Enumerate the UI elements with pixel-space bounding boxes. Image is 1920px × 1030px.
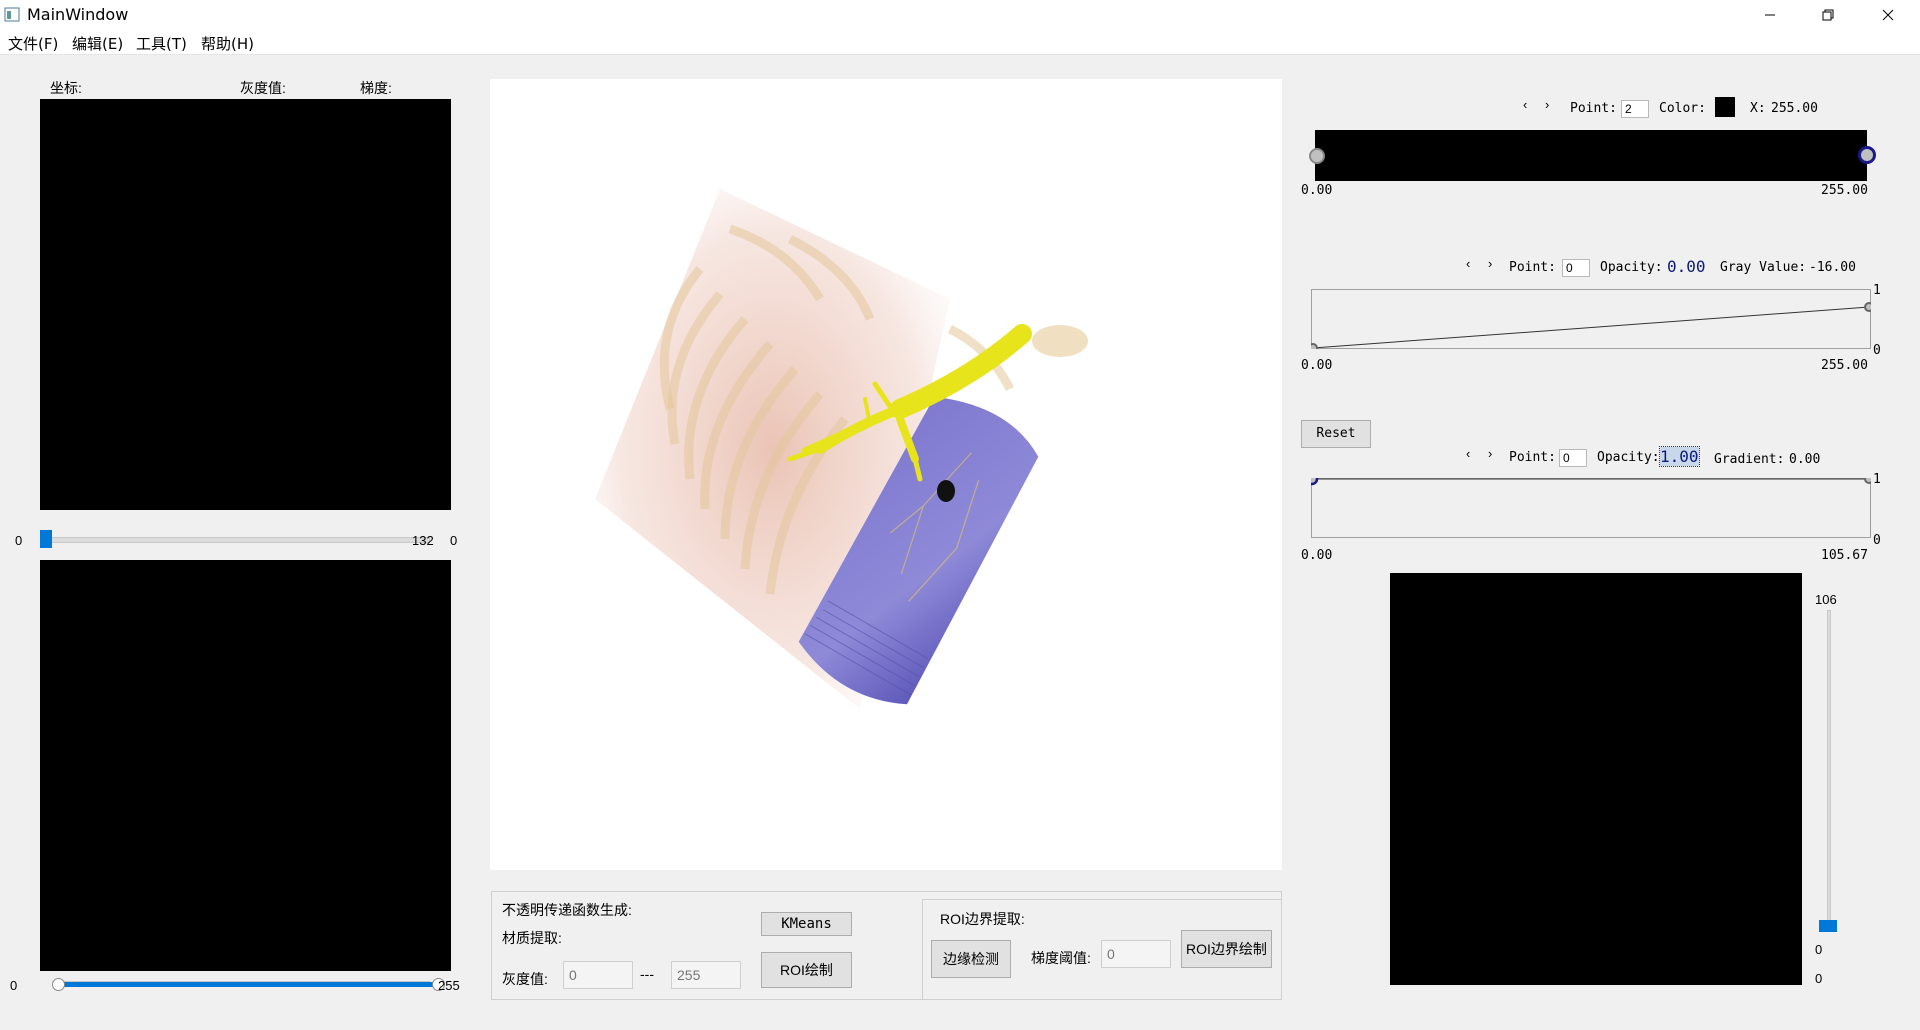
roi-boundary-label: ROI边界提取: <box>940 911 1025 927</box>
menu-tools[interactable]: 工具(T) <box>136 33 187 54</box>
roi-draw-button[interactable]: ROI绘制 <box>761 952 852 988</box>
gray-range-separator: --- <box>640 966 654 982</box>
slice-slider-handle[interactable] <box>40 530 52 548</box>
app-icon <box>4 7 20 22</box>
clavicle-bone <box>1032 325 1088 357</box>
scalar-opacity-curve <box>1308 289 1874 353</box>
gradient-axis-min: 0.00 <box>1301 548 1333 563</box>
gradient-y-bottom: 0 <box>1873 533 1881 548</box>
gray-max-input[interactable] <box>671 961 741 989</box>
histogram-slider-max-label: 106 <box>1815 592 1837 607</box>
color-point-spinbox[interactable]: 2 <box>1621 100 1649 118</box>
color-tf-point-2[interactable] <box>1858 146 1876 164</box>
gray-min-input[interactable] <box>563 961 633 989</box>
material-extract-label: 材质提取: <box>502 930 562 946</box>
volume-render-view[interactable] <box>490 79 1282 870</box>
reset-button[interactable]: Reset <box>1301 420 1371 448</box>
restore-icon <box>1822 9 1834 21</box>
slice-view-top[interactable] <box>40 99 451 510</box>
gray-value-label: 灰度值: <box>240 80 286 96</box>
gray-value-field-label: Gray Value: <box>1720 260 1807 275</box>
coord-label: 坐标: <box>50 80 82 96</box>
lesion-nodule <box>937 480 955 502</box>
gray-range-label: 灰度值: <box>502 971 548 987</box>
color-x-value: 255.00 <box>1771 101 1818 116</box>
gradient-opacity-label: Opacity: <box>1597 450 1660 465</box>
gradient-point-label: Point: <box>1509 450 1556 465</box>
close-icon <box>1882 9 1894 21</box>
range-slider-low-handle[interactable] <box>52 978 65 991</box>
gradient-threshold-label: 梯度阈值: <box>1031 950 1091 966</box>
volume-render-image <box>595 189 1088 709</box>
color-axis-max: 255.00 <box>1821 183 1868 198</box>
gradient-opacity-value[interactable]: 1.00 <box>1659 446 1700 467</box>
color-tf-point-0[interactable] <box>1309 148 1325 164</box>
minimize-button[interactable] <box>1747 0 1793 30</box>
gradient-opacity-plot[interactable] <box>1305 472 1874 538</box>
opacity-tf-label: 不透明传递函数生成: <box>502 902 632 918</box>
roi-boundary-draw-button[interactable]: ROI边界绘制 <box>1181 930 1272 968</box>
close-button[interactable] <box>1865 0 1911 30</box>
slice-slider-min-label: 0 <box>15 533 23 548</box>
histogram-slider-value-label: 0 <box>1815 942 1823 957</box>
opacity-axis-min: 0.00 <box>1301 358 1333 373</box>
menu-bar: 文件(F) 编辑(E) 工具(T) 帮助(H) <box>0 30 1920 54</box>
histogram-slider-handle[interactable] <box>1819 920 1837 932</box>
histogram-slider-min-label: 0 <box>1815 971 1823 986</box>
opacity-y-top: 1 <box>1873 283 1881 298</box>
opacity-value: 0.00 <box>1667 257 1706 276</box>
gradient-prev-button[interactable]: ‹ <box>1466 446 1470 461</box>
menu-edit[interactable]: 编辑(E) <box>72 33 123 54</box>
gradient-threshold-input[interactable] <box>1101 940 1171 968</box>
gradient-next-button[interactable]: › <box>1488 446 1492 461</box>
menu-help[interactable]: 帮助(H) <box>201 33 254 54</box>
color-point-label: Point: <box>1570 101 1617 116</box>
slice-view-bottom[interactable] <box>40 560 451 971</box>
histogram-view[interactable] <box>1390 573 1802 985</box>
opacity-point-spinbox[interactable]: 0 <box>1562 259 1590 277</box>
opacity-axis-max: 255.00 <box>1821 358 1868 373</box>
restore-button[interactable] <box>1805 0 1851 30</box>
toolbar-grip <box>0 54 1920 63</box>
menu-file[interactable]: 文件(F) <box>8 33 58 54</box>
title-bar: MainWindow <box>0 0 1920 30</box>
gray-value-field: -16.00 <box>1809 260 1856 275</box>
scalar-opacity-plot[interactable] <box>1308 289 1874 353</box>
gradient-axis-max: 105.67 <box>1821 548 1868 563</box>
range-slider-min-label: 0 <box>10 978 18 993</box>
range-slider-max-label: 255 <box>438 978 460 993</box>
slice-slider-right-label: 0 <box>450 533 458 548</box>
gradient-label: 梯度: <box>360 80 392 96</box>
opacity-label: Opacity: <box>1600 260 1663 275</box>
color-x-label: X: <box>1750 101 1766 116</box>
window-title: MainWindow <box>27 5 129 24</box>
opacity-next-button[interactable]: › <box>1488 256 1492 271</box>
gradient-value: 0.00 <box>1789 452 1821 467</box>
kmeans-button[interactable]: KMeans <box>761 912 852 936</box>
opacity-prev-button[interactable]: ‹ <box>1466 256 1470 271</box>
color-tf-bar[interactable] <box>1315 130 1867 181</box>
gradient-point-spinbox[interactable]: 0 <box>1559 449 1587 467</box>
color-next-button[interactable]: › <box>1545 97 1549 112</box>
color-swatch[interactable] <box>1715 97 1735 117</box>
slice-slider-track[interactable] <box>40 537 430 543</box>
color-label: Color: <box>1659 101 1706 116</box>
histogram-slider-track[interactable] <box>1827 610 1831 930</box>
gradient-y-top: 1 <box>1873 472 1881 487</box>
gradient-value-label: Gradient: <box>1714 452 1785 467</box>
color-prev-button[interactable]: ‹ <box>1523 97 1527 112</box>
opacity-y-bottom: 0 <box>1873 343 1881 358</box>
slice-slider-value-label: 132 <box>412 533 434 548</box>
opacity-point-label: Point: <box>1509 260 1556 275</box>
gradient-opacity-curve <box>1305 472 1874 538</box>
range-slider-fill <box>58 982 438 987</box>
color-axis-min: 0.00 <box>1301 183 1333 198</box>
edge-detect-button[interactable]: 边缘检测 <box>931 940 1011 978</box>
minimize-icon <box>1765 14 1775 16</box>
